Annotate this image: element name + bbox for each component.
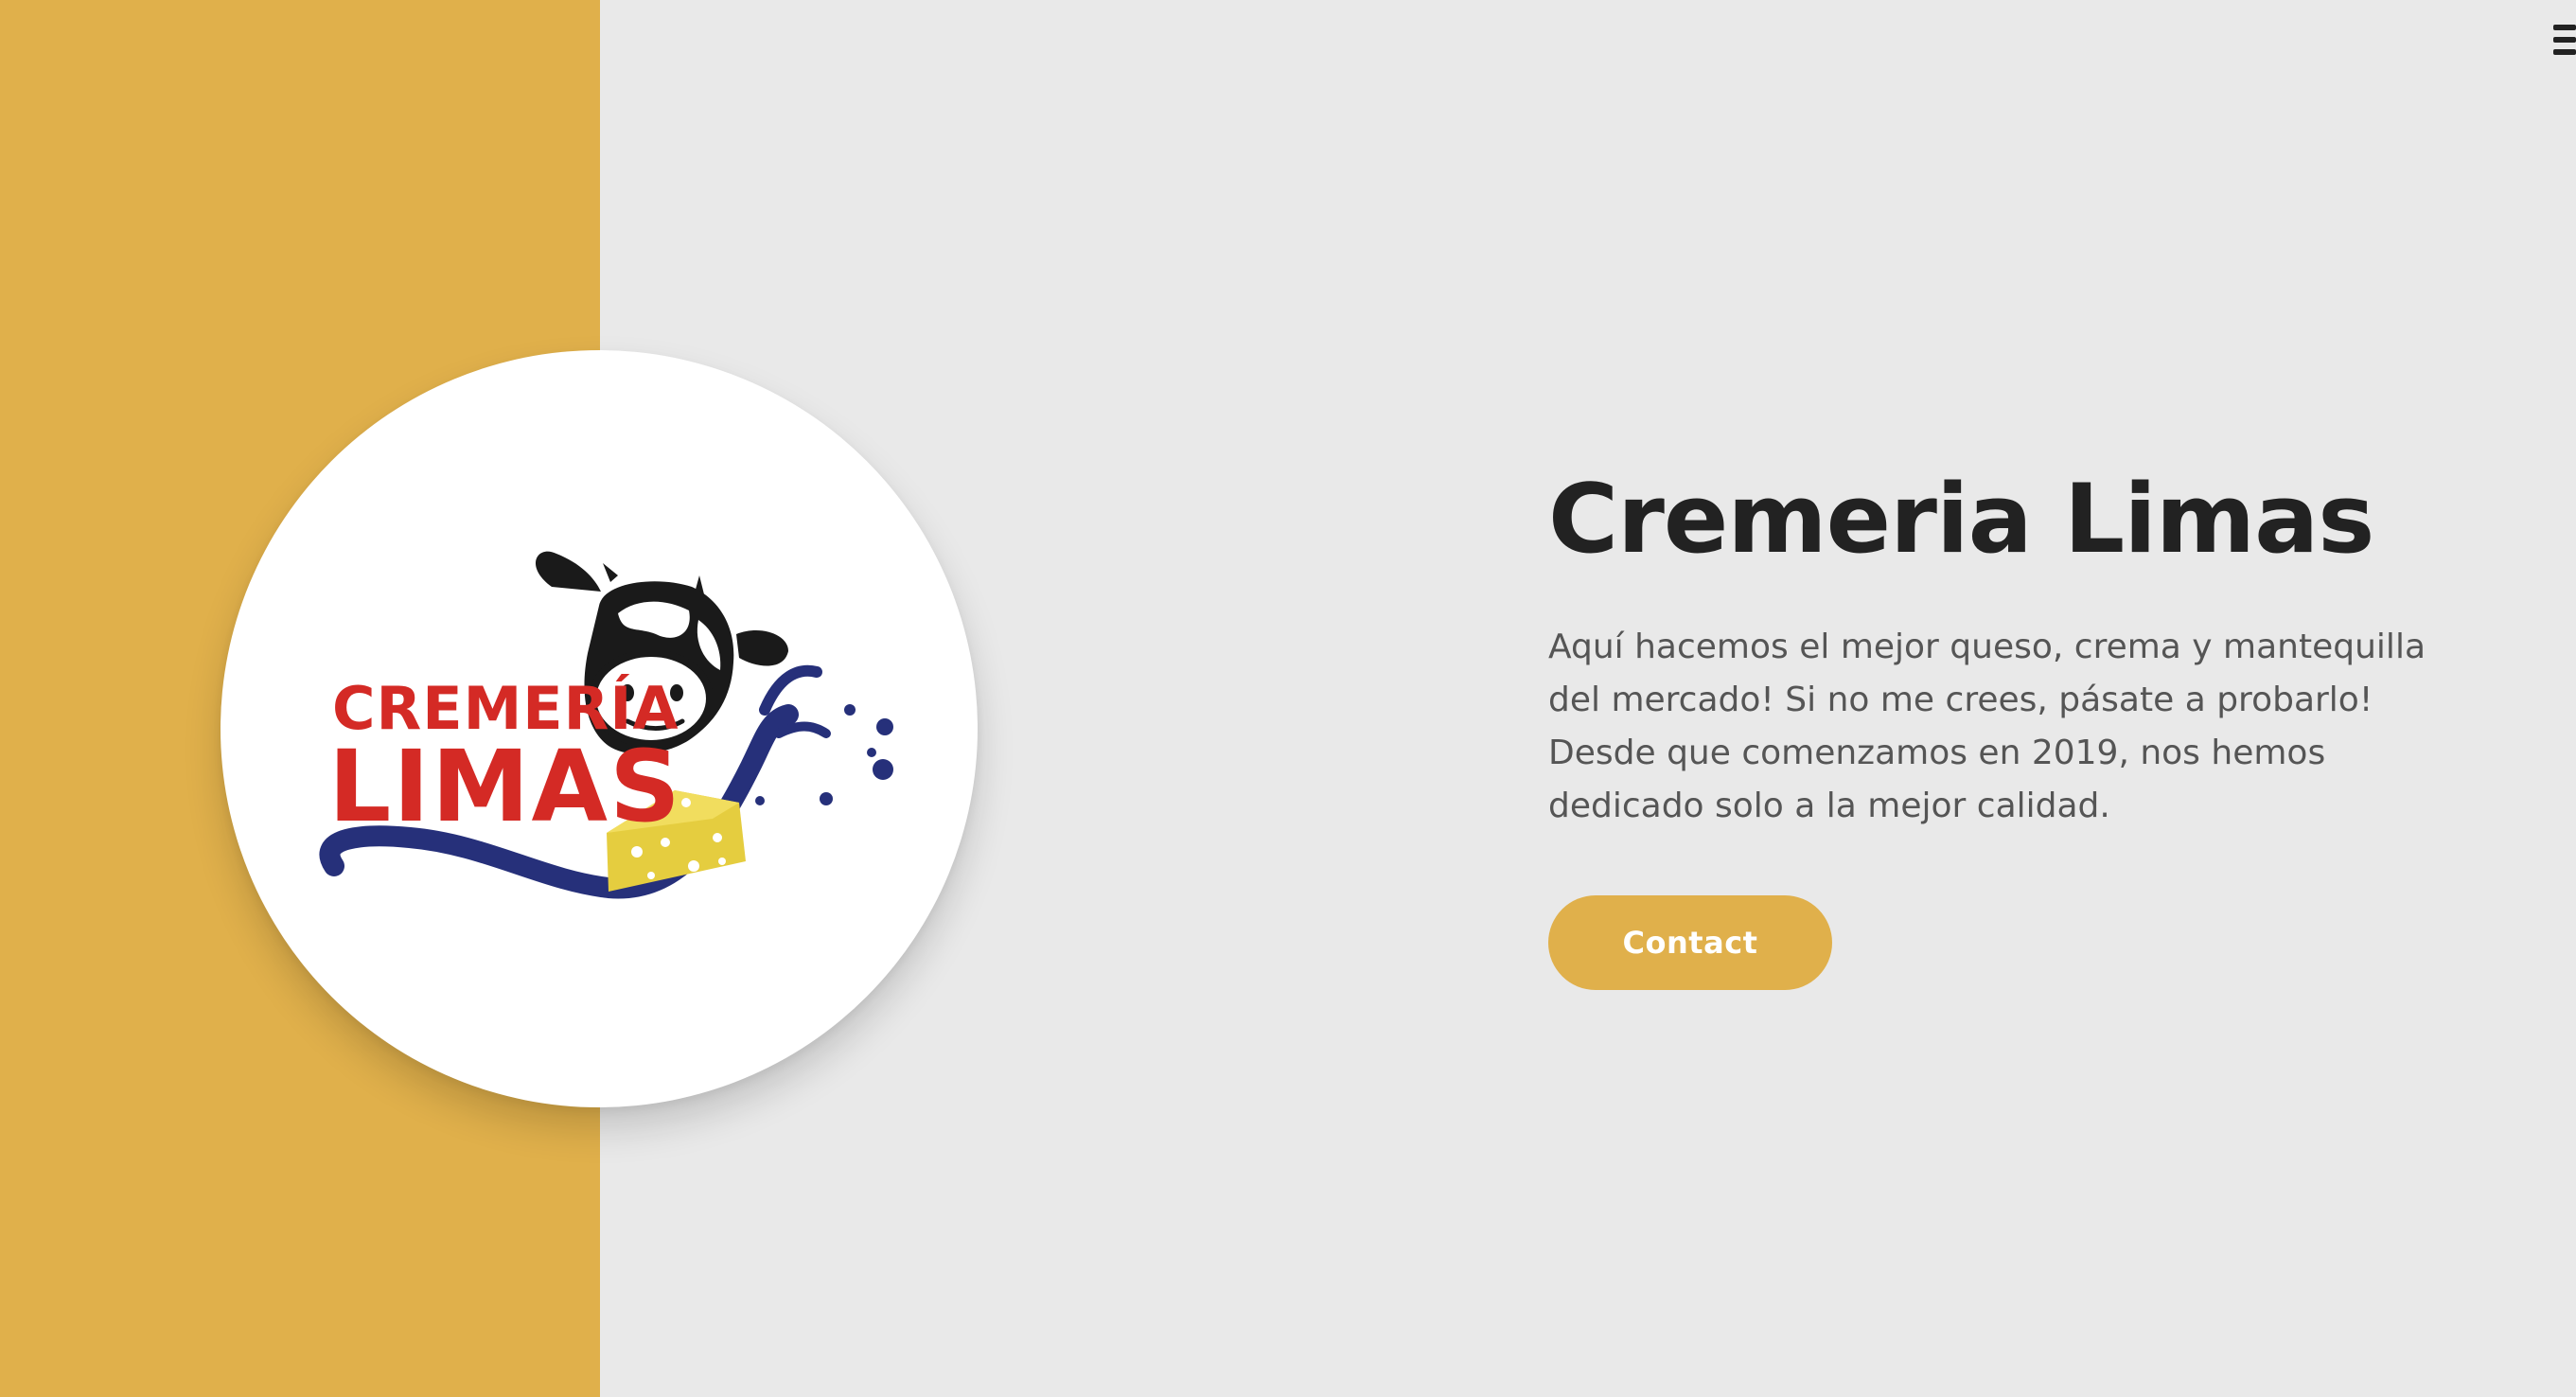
page-title: Cremeria Limas (1548, 463, 2374, 575)
hero-description: Aquí hacemos el mejor queso, crema y man… (1548, 628, 2426, 825)
brand-logo: CREMERÍA LIMAS (319, 551, 893, 899)
logo-wordmark-line2: LIMAS (328, 729, 682, 844)
hamburger-menu-icon[interactable] (2551, 19, 2576, 61)
logo-badge: CREMERÍA LIMAS (221, 350, 978, 1107)
contact-button[interactable]: Contact (1548, 895, 1832, 990)
